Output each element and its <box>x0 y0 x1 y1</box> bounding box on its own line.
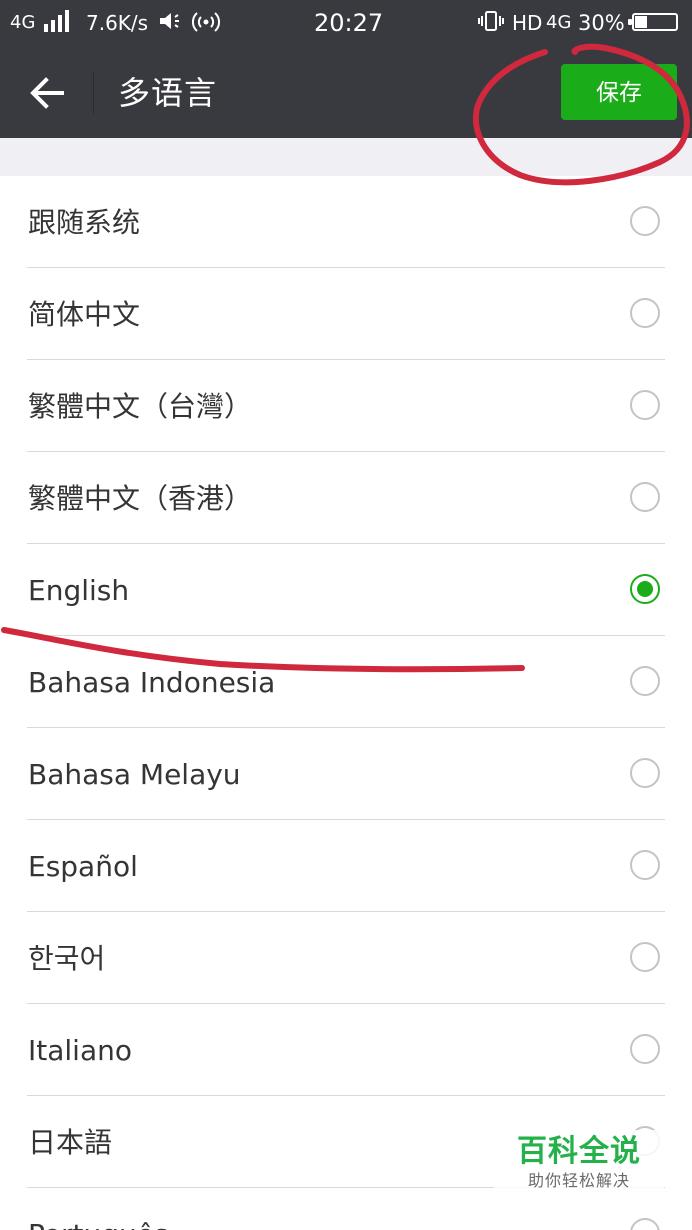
arrow-left-icon <box>30 77 64 109</box>
watermark-logo: 百科全说 助你轻松解决 <box>494 1130 664 1204</box>
language-label: Bahasa Indonesia <box>28 666 276 699</box>
language-list: 跟随系统 简体中文 繁體中文（台灣） 繁體中文（香港） English Baha… <box>0 176 692 1230</box>
radio-button[interactable] <box>630 666 660 696</box>
radio-button-selected[interactable] <box>630 574 660 604</box>
language-label: 日本語 <box>28 1126 113 1159</box>
language-item-traditional-chinese-taiwan[interactable]: 繁體中文（台灣） <box>0 360 692 452</box>
watermark-subtitle: 助你轻松解决 <box>527 1171 630 1190</box>
radio-button[interactable] <box>630 1034 660 1064</box>
title-divider <box>93 72 94 114</box>
battery-icon <box>628 13 678 31</box>
language-label: 繁體中文（香港） <box>28 482 253 515</box>
language-label: 简体中文 <box>28 298 141 331</box>
network-speed: 7.6K/s <box>86 11 149 35</box>
language-item-espanol[interactable]: Español <box>0 820 692 912</box>
screen: 4G 7.6K/s 20:27 HD 4G 30% 多语言 保存 跟随系统 简体… <box>0 0 692 1230</box>
language-label: Bahasa Melayu <box>28 758 241 791</box>
network-type: 4G <box>10 12 36 33</box>
language-item-italiano[interactable]: Italiano <box>0 1004 692 1096</box>
volume-icon <box>158 10 184 38</box>
section-spacer <box>0 138 692 176</box>
title-bar: 多语言 保存 <box>0 46 692 138</box>
language-item-bahasa-indonesia[interactable]: Bahasa Indonesia <box>0 636 692 728</box>
radio-button[interactable] <box>630 298 660 328</box>
language-item-simplified-chinese[interactable]: 简体中文 <box>0 268 692 360</box>
radio-button[interactable] <box>630 850 660 880</box>
watermark-title: 百科全说 <box>517 1134 641 1169</box>
network-type-secondary: 4G <box>546 12 572 33</box>
page-title: 多语言 <box>118 74 218 112</box>
radio-button[interactable] <box>630 1218 660 1230</box>
clock: 20:27 <box>314 9 384 37</box>
battery-percent: 30% <box>578 11 625 35</box>
language-label: 한국어 <box>28 942 106 975</box>
status-bar: 4G 7.6K/s 20:27 HD 4G 30% <box>0 0 692 46</box>
language-label: Español <box>28 850 138 883</box>
save-button[interactable]: 保存 <box>561 64 677 120</box>
hotspot-icon <box>191 10 221 42</box>
vibrate-icon <box>478 10 504 40</box>
radio-button[interactable] <box>630 482 660 512</box>
language-item-follow-system[interactable]: 跟随系统 <box>0 176 692 268</box>
radio-button[interactable] <box>630 206 660 236</box>
language-item-traditional-chinese-hong-kong[interactable]: 繁體中文（香港） <box>0 452 692 544</box>
signal-bars-icon <box>44 10 70 32</box>
language-label: 跟随系统 <box>28 206 141 239</box>
radio-button[interactable] <box>630 942 660 972</box>
language-item-bahasa-melayu[interactable]: Bahasa Melayu <box>0 728 692 820</box>
language-label: 繁體中文（台灣） <box>28 390 253 423</box>
language-item-english[interactable]: English <box>0 544 692 636</box>
radio-button[interactable] <box>630 390 660 420</box>
back-button[interactable] <box>22 68 72 118</box>
language-item-korean[interactable]: 한국어 <box>0 912 692 1004</box>
radio-button[interactable] <box>630 758 660 788</box>
language-label: Italiano <box>28 1034 132 1067</box>
hd-label: HD <box>512 11 543 35</box>
language-label: English <box>28 574 130 607</box>
language-label: Português <box>28 1215 169 1230</box>
